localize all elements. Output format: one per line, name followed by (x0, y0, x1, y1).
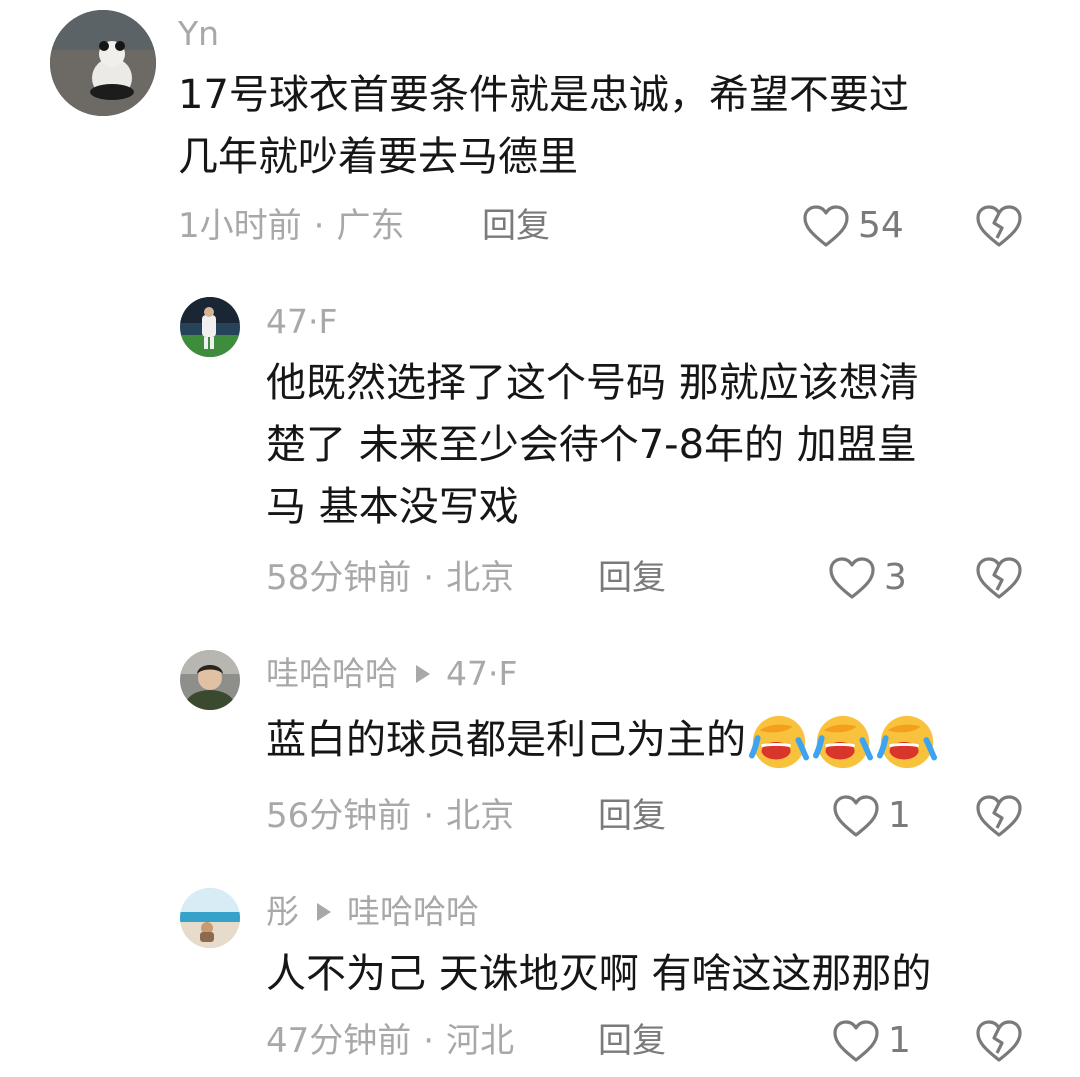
reply-button[interactable]: 回复 (598, 556, 666, 600)
comment-time: 56分钟前 (266, 796, 412, 836)
like-button[interactable]: 1 (832, 1019, 911, 1063)
comment-text: 蓝白的球员都是利己为主的 (266, 709, 938, 773)
comment-meta: 47分钟前 · 河北 回复 (266, 1019, 766, 1063)
comment-location: 河北 (446, 1021, 515, 1061)
avatar[interactable] (180, 650, 240, 710)
comment-text: 17号球衣首要条件就是忠诚，希望不要过 几年就吵着要去马德里 (178, 72, 909, 180)
comment-location: 广东 (336, 206, 405, 246)
reply-to-username[interactable]: 47·F (446, 654, 517, 694)
comment-meta: 58分钟前 · 北京 回复 (266, 556, 766, 600)
broken-heart-icon[interactable] (975, 204, 1023, 248)
comment-username[interactable]: 哇哈哈哈 47·F (266, 654, 517, 694)
heart-outline-icon (803, 205, 849, 247)
comment-username[interactable]: 47·F (266, 302, 337, 342)
comment-location: 北京 (446, 558, 515, 598)
triangle-right-icon (317, 903, 331, 921)
like-button[interactable]: 1 (832, 794, 911, 838)
like-count: 1 (888, 795, 911, 836)
comment-username[interactable]: Yn (178, 14, 219, 54)
reply-button[interactable]: 回复 (482, 204, 550, 248)
heart-outline-icon (829, 557, 875, 599)
separator-dot: · (423, 796, 435, 836)
like-button[interactable]: 54 (802, 204, 904, 248)
comment-meta: 1小时前 · 广东 回复 (178, 204, 778, 248)
triangle-right-icon (416, 665, 430, 683)
reply-button[interactable]: 回复 (598, 794, 666, 838)
comment-meta: 56分钟前 · 北京 回复 (266, 794, 766, 838)
heart-outline-icon (833, 795, 879, 837)
like-count: 1 (888, 1020, 911, 1061)
heart-outline-icon (833, 1020, 879, 1062)
rolling-laughing-crying-emoji (812, 715, 874, 769)
like-count: 54 (858, 205, 904, 246)
like-button[interactable]: 3 (828, 556, 907, 600)
broken-heart-icon[interactable] (975, 1019, 1023, 1063)
comment-username[interactable]: 彤 哇哈哈哈 (266, 892, 479, 932)
separator-dot: · (423, 1021, 435, 1061)
comment-time: 1小时前 (178, 206, 302, 246)
comment-time: 58分钟前 (266, 558, 412, 598)
avatar[interactable] (180, 888, 240, 948)
reply-to-username[interactable]: 哇哈哈哈 (347, 892, 479, 932)
separator-dot: · (313, 206, 325, 246)
comment-text: 人不为己 天诛地灭啊 有啥这这那那的 (266, 951, 932, 997)
comment-text: 他既然选择了这个号码 那就应该想清 楚了 未来至少会待个7-8年的 加盟皇 马 … (266, 360, 919, 530)
avatar[interactable] (180, 297, 240, 357)
avatar[interactable] (50, 10, 156, 116)
separator-dot: · (423, 558, 435, 598)
like-count: 3 (884, 557, 907, 598)
comment-time: 47分钟前 (266, 1021, 412, 1061)
broken-heart-icon[interactable] (975, 794, 1023, 838)
comment-location: 北京 (446, 796, 515, 836)
reply-button[interactable]: 回复 (598, 1019, 666, 1063)
broken-heart-icon[interactable] (975, 556, 1023, 600)
rolling-laughing-crying-emoji (748, 715, 810, 769)
rolling-laughing-crying-emoji (876, 715, 938, 769)
